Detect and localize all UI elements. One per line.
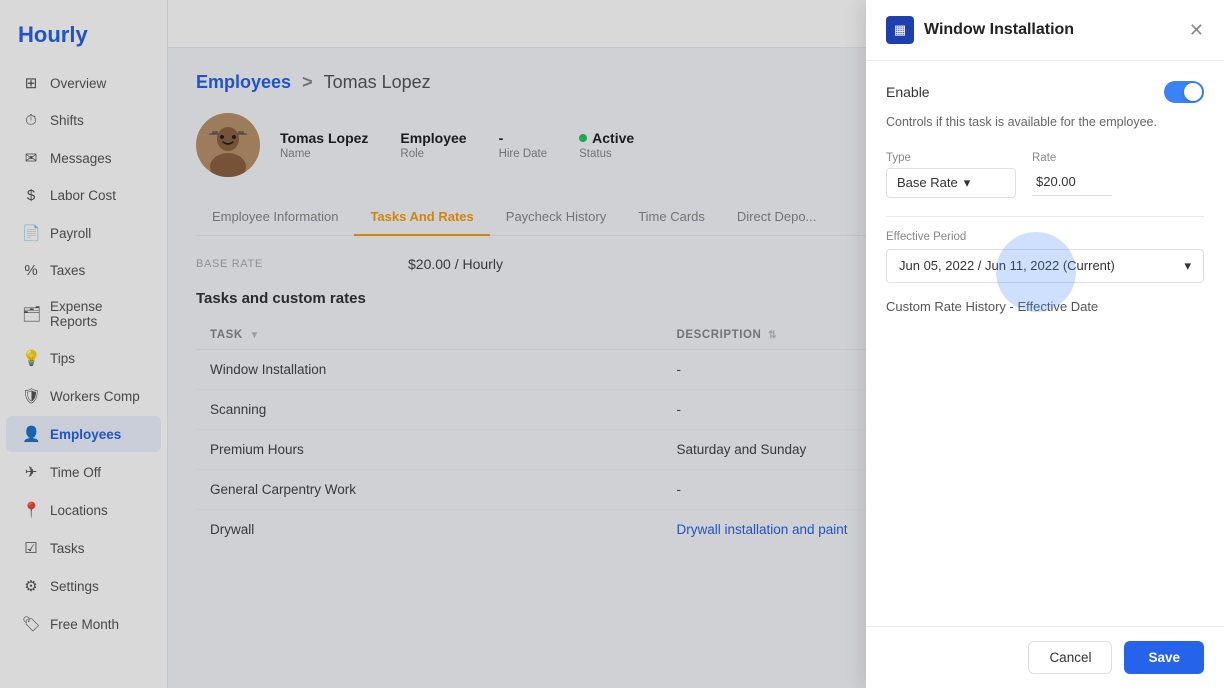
divider	[886, 216, 1204, 217]
enable-toggle[interactable]	[1164, 81, 1204, 103]
type-label: Type	[886, 152, 1016, 164]
custom-rate-history-title: Custom Rate History - Effective Date	[886, 299, 1204, 314]
chevron-down-icon: ▾	[964, 175, 971, 191]
type-rate-row: Type Base Rate ▾ Rate	[886, 152, 1204, 198]
panel-header: ▦ Window Installation ✕	[866, 0, 1224, 61]
type-field-group: Type Base Rate ▾	[886, 152, 1016, 198]
panel-footer: Cancel Save	[866, 626, 1224, 688]
panel-title: Window Installation	[924, 21, 1179, 39]
panel-body: Enable Controls if this task is availabl…	[866, 61, 1224, 626]
enable-label: Enable	[886, 84, 930, 100]
enable-row: Enable	[886, 81, 1204, 103]
save-button[interactable]: Save	[1124, 641, 1204, 674]
effective-period-label: Effective Period	[886, 231, 1204, 243]
enable-description: Controls if this task is available for t…	[886, 113, 1204, 132]
panel-header-icon: ▦	[886, 16, 914, 44]
rate-input[interactable]	[1032, 168, 1112, 196]
rate-field-group: Rate	[1032, 152, 1112, 198]
side-panel: ▦ Window Installation ✕ Enable Controls …	[866, 0, 1224, 688]
type-select[interactable]: Base Rate ▾	[886, 168, 1016, 198]
cancel-button[interactable]: Cancel	[1028, 641, 1112, 674]
rate-label: Rate	[1032, 152, 1112, 164]
panel-close-button[interactable]: ✕	[1189, 20, 1204, 41]
effective-period-select[interactable]: Jun 05, 2022 / Jun 11, 2022 (Current) ▾	[886, 249, 1204, 283]
chevron-down-icon: ▾	[1184, 258, 1191, 274]
